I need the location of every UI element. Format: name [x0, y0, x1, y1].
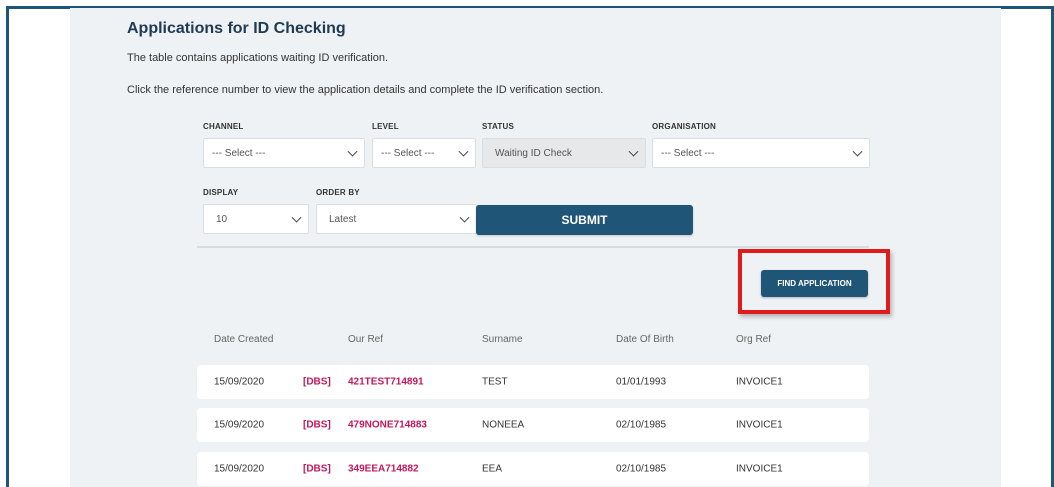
header-surname: Surname [482, 334, 523, 345]
status-select-value: Waiting ID Check [495, 147, 572, 159]
display-label: DISPLAY [203, 188, 239, 197]
chevron-down-icon [852, 146, 863, 157]
row-org-ref: INVOICE1 [736, 463, 783, 475]
level-select-value: --- Select --- [381, 147, 435, 159]
channel-label: CHANNEL [203, 122, 244, 131]
display-select[interactable]: 10 [203, 204, 309, 234]
chevron-down-icon [291, 212, 302, 223]
chevron-down-icon [458, 146, 469, 157]
order-by-select-value: Latest [329, 213, 357, 225]
table-row: 15/09/2020 [DBS] 479NONE714883 NONEEA 02… [197, 408, 869, 442]
find-application-button[interactable]: FIND APPLICATION [761, 270, 868, 297]
row-type-tag: [DBS] [303, 376, 331, 388]
row-dob: 02/10/1985 [616, 463, 667, 475]
row-ref-link[interactable]: 421TEST714891 [348, 377, 424, 388]
page-subtitle: The table contains applications waiting … [127, 52, 389, 64]
chevron-down-icon [347, 146, 358, 157]
row-surname: EEA [482, 463, 503, 475]
status-label: STATUS [482, 122, 515, 131]
chevron-down-icon [459, 212, 470, 223]
section-divider [197, 246, 869, 248]
row-type-tag: [DBS] [303, 419, 331, 431]
header-our-ref: Our Ref [348, 334, 384, 345]
header-date-of-birth: Date Of Birth [616, 334, 674, 345]
status-select[interactable]: Waiting ID Check [482, 138, 646, 168]
header-org-ref: Org Ref [736, 334, 772, 345]
row-dob: 01/01/1993 [616, 376, 667, 388]
row-org-ref: INVOICE1 [736, 376, 783, 388]
channel-select[interactable]: --- Select --- [203, 138, 365, 168]
order-by-label: ORDER BY [316, 188, 360, 197]
row-type-tag: [DBS] [303, 463, 331, 475]
page-instructions: Click the reference number to view the a… [127, 84, 604, 96]
order-by-select[interactable]: Latest [316, 204, 477, 234]
row-dob: 02/10/1985 [616, 419, 667, 431]
submit-button[interactable]: SUBMIT [476, 205, 693, 235]
channel-select-value: --- Select --- [212, 147, 266, 159]
row-ref-link[interactable]: 349EEA714882 [348, 464, 419, 475]
row-ref-link[interactable]: 479NONE714883 [348, 420, 427, 431]
row-surname: TEST [482, 376, 508, 388]
level-select[interactable]: --- Select --- [372, 138, 476, 168]
row-date-created: 15/09/2020 [214, 376, 265, 388]
row-org-ref: INVOICE1 [736, 419, 783, 431]
table-row: 15/09/2020 [DBS] 421TEST714891 TEST 01/0… [197, 365, 869, 399]
table-row: 15/09/2020 [DBS] 349EEA714882 EEA 02/10/… [197, 452, 869, 486]
organisation-select-value: --- Select --- [661, 147, 715, 159]
organisation-select[interactable]: --- Select --- [652, 138, 870, 168]
level-label: LEVEL [372, 122, 399, 131]
page-title: Applications for ID Checking [127, 20, 346, 37]
row-date-created: 15/09/2020 [214, 419, 265, 431]
header-date-created: Date Created [214, 334, 274, 345]
organisation-label: ORGANISATION [652, 122, 717, 131]
row-date-created: 15/09/2020 [214, 463, 265, 475]
row-surname: NONEEA [482, 419, 525, 431]
display-select-value: 10 [216, 213, 228, 225]
chevron-down-icon [628, 146, 639, 157]
